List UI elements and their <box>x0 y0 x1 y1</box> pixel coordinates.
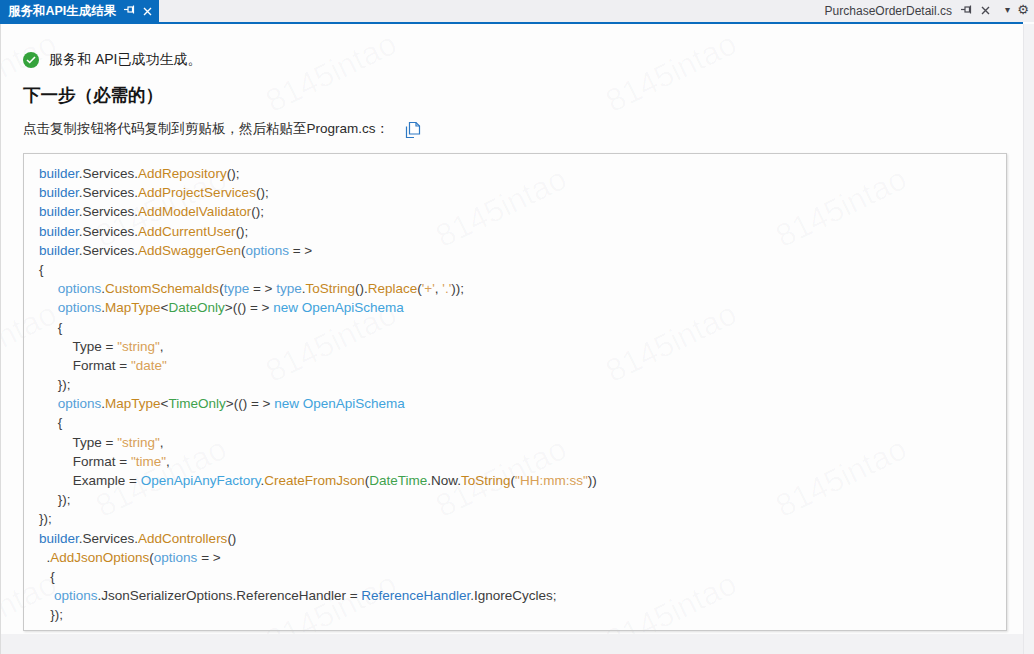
document-content: 8145intao8145intao8145intao8145intao8145… <box>0 24 1023 654</box>
scrollbar-track[interactable] <box>1023 24 1034 654</box>
code-block: builder.Services.AddRepository();builder… <box>23 153 1007 631</box>
code-line: }); <box>39 490 1006 509</box>
instruction-text: 点击复制按钮将代码复制到剪贴板，然后粘贴至Program.cs： <box>23 120 389 138</box>
code-line: options.JsonSerializerOptions.ReferenceH… <box>39 586 1006 605</box>
code-line: }); <box>39 375 1006 394</box>
code-line: builder.Services.AddModelValidator(); <box>39 202 1006 221</box>
code-line: Type = "string", <box>39 433 1006 452</box>
code-line: { <box>39 413 1006 432</box>
code-line: }); <box>39 605 1006 624</box>
next-step-heading: 下一步（必需的） <box>23 83 163 107</box>
code-line: builder.Services.AddControllers() <box>39 529 1006 548</box>
code-line: { <box>39 318 1006 337</box>
code-line: Format = "time", <box>39 452 1006 471</box>
gear-icon[interactable]: ⚙ <box>1017 2 1029 17</box>
code-line: }); <box>39 509 1006 528</box>
code-line: { <box>39 260 1006 279</box>
code-line: options.MapType<TimeOnly>(() = > new Ope… <box>39 394 1006 413</box>
code-line: builder.Services.AddSwaggerGen(options =… <box>39 241 1006 260</box>
tab-title: 服务和API生成结果 <box>8 3 116 20</box>
tab-title: PurchaseOrderDetail.cs <box>825 4 952 18</box>
success-message-row: 服务和 API已成功生成。 <box>23 51 201 69</box>
code-line: Type = "string", <box>39 337 1006 356</box>
code-line: Format = "date" <box>39 356 1006 375</box>
success-message: 服务和 API已成功生成。 <box>49 51 201 69</box>
code-line: options.CustomSchemaIds(type = > type.To… <box>39 279 1006 298</box>
close-icon[interactable] <box>143 2 152 20</box>
code-line: options.MapType<DateOnly>(() = > new Ope… <box>39 298 1006 317</box>
tab-purchase-order-detail[interactable]: PurchaseOrderDetail.cs <box>825 0 990 22</box>
code-line: Example = OpenApiAnyFactory.CreateFromJs… <box>39 471 1006 490</box>
pin-icon[interactable] <box>960 3 973 19</box>
pin-icon[interactable] <box>123 2 136 20</box>
code-line: { <box>39 567 1006 586</box>
code-line: builder.Services.AddCurrentUser(); <box>39 222 1006 241</box>
close-icon[interactable] <box>981 4 990 18</box>
bottom-strip <box>1 634 1024 654</box>
vs-window: 服务和API生成结果 PurchaseOrderDetail.cs ▾ ⚙ 81… <box>0 0 1034 654</box>
code-line: .AddJsonOptions(options = > <box>39 548 1006 567</box>
success-check-icon <box>23 52 39 68</box>
tab-bar: 服务和API生成结果 PurchaseOrderDetail.cs ▾ ⚙ <box>0 0 1034 22</box>
chevron-down-icon[interactable]: ▾ <box>1005 4 1010 15</box>
instruction-row: 点击复制按钮将代码复制到剪贴板，然后粘贴至Program.cs： <box>23 120 420 138</box>
code-line: builder.Services.AddRepository(); <box>39 164 1006 183</box>
code-line: builder.Services.AddProjectServices(); <box>39 183 1006 202</box>
tab-generation-result[interactable]: 服务和API生成结果 <box>0 0 159 22</box>
copy-icon[interactable] <box>405 121 420 138</box>
